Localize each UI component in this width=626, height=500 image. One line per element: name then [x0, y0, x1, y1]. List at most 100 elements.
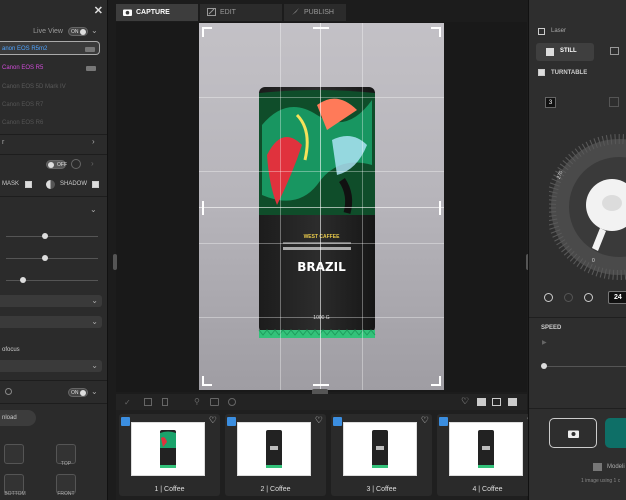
chevron-right-icon[interactable]: ›: [92, 137, 95, 146]
laser-checkbox[interactable]: [538, 28, 545, 35]
trash-icon[interactable]: [162, 398, 168, 406]
thumbnail-2[interactable]: ♡ 2 | Coffee: [225, 414, 326, 496]
camera-item-3[interactable]: Canon EOS 5D Mark IV: [0, 80, 100, 94]
select-checkbox[interactable]: [121, 417, 130, 426]
toggle-text: OFF: [57, 162, 67, 168]
view-left-icon[interactable]: [4, 444, 24, 464]
toggle-text: ON: [71, 390, 79, 396]
step-value[interactable]: 3: [545, 97, 556, 108]
crop-corner[interactable]: [431, 27, 441, 37]
thumbnail-caption: 3 | Coffee: [366, 486, 397, 493]
rotate-right-icon[interactable]: [584, 293, 593, 302]
crop-corner[interactable]: [431, 376, 441, 386]
crop-corner[interactable]: [202, 27, 212, 37]
play-icon[interactable]: ▶: [542, 339, 547, 346]
camera-label: Canon EOS R7: [2, 102, 44, 108]
heart-icon[interactable]: ♡: [315, 415, 323, 426]
download-label: nload: [2, 415, 17, 421]
edit-icon[interactable]: [144, 398, 152, 406]
capture-all-button[interactable]: [605, 418, 626, 448]
model-icon: [593, 463, 602, 471]
circle-icon[interactable]: [71, 159, 81, 169]
tab-edit[interactable]: EDIT: [200, 4, 282, 21]
shadow-checkbox[interactable]: [92, 181, 99, 188]
product-weight: 1000 G: [313, 315, 330, 321]
still-tab[interactable]: STILL: [536, 43, 594, 61]
slider-knob[interactable]: [541, 363, 547, 369]
heart-icon[interactable]: ♡: [461, 396, 469, 407]
rocket-icon: [292, 8, 299, 15]
check-icon[interactable]: ✓: [124, 398, 131, 407]
capture-canvas[interactable]: WEST CAFFEE BRAZIL 1000 G: [113, 22, 530, 394]
product-brand: WEST CAFFEE: [303, 234, 340, 240]
rotate-left-icon[interactable]: [544, 293, 553, 302]
thumbnail-image: [237, 422, 311, 476]
capture-button[interactable]: [549, 418, 597, 448]
chevron-right-icon[interactable]: ›: [91, 159, 94, 168]
pin-icon[interactable]: ⚲: [194, 397, 200, 406]
select-checkbox[interactable]: [333, 417, 342, 426]
view-bottom-label: BOTTOM: [4, 491, 26, 497]
off-toggle[interactable]: OFF: [46, 160, 67, 169]
speed-slider[interactable]: [541, 363, 626, 369]
toggle-knob: [48, 162, 54, 168]
crop-handle-top[interactable]: [313, 27, 329, 29]
thumbnail-3[interactable]: ♡ 3 | Coffee: [331, 414, 432, 496]
settings-icon[interactable]: [5, 388, 12, 395]
thumbnail-4[interactable]: ♡ 4 | Coffee: [437, 414, 538, 496]
video-tab-icon[interactable]: [610, 47, 619, 55]
slider-1[interactable]: [6, 233, 98, 239]
coffee-cup-3d-icon: [586, 179, 626, 251]
rotate-reset-icon[interactable]: [564, 293, 573, 302]
select-checkbox[interactable]: [227, 417, 236, 426]
slider-knob[interactable]: [42, 233, 48, 239]
gallery-icon[interactable]: [492, 398, 501, 406]
video-icon[interactable]: [508, 398, 517, 406]
filmstrip-toolbar: ✓ ⚲ ♡: [116, 394, 527, 410]
slider-3[interactable]: [6, 277, 98, 283]
live-view-toggle[interactable]: ON: [68, 27, 88, 36]
slider-knob[interactable]: [42, 255, 48, 261]
dropdown-2[interactable]: ⌄: [0, 316, 102, 328]
crop-handle-right[interactable]: [439, 201, 441, 215]
rotate-mode-icon[interactable]: [609, 97, 619, 107]
coffee-bag-thumb: [372, 430, 388, 468]
laser-label: Laser: [551, 28, 567, 34]
chevron-down-icon[interactable]: ⌄: [91, 387, 98, 396]
left-collapse-handle[interactable]: [113, 254, 117, 270]
select-checkbox[interactable]: [439, 417, 448, 426]
download-button[interactable]: nload: [0, 410, 36, 426]
camera-icon[interactable]: [210, 398, 219, 406]
slider-knob[interactable]: [20, 277, 26, 283]
tab-publish[interactable]: PUBLISH: [284, 4, 346, 21]
mask-checkbox[interactable]: [25, 181, 32, 188]
battery-icon: [86, 66, 96, 71]
clock-icon[interactable]: [228, 398, 236, 406]
camera-item-2[interactable]: Canon EOS R5: [0, 61, 100, 75]
shadow-label: SHADOW: [60, 181, 87, 187]
chevron-down-icon[interactable]: ⌄: [90, 205, 97, 214]
crop-corner[interactable]: [202, 376, 212, 386]
camera-label: Canon EOS R5: [2, 65, 44, 71]
section-label: r: [2, 139, 5, 146]
bottom-toggle[interactable]: ON: [68, 388, 88, 397]
crop-handle-bottom[interactable]: [313, 384, 329, 386]
close-icon[interactable]: ✕: [94, 4, 103, 17]
camera-item-1[interactable]: anon EOS R5m2: [0, 41, 100, 55]
autofocus-dropdown[interactable]: ⌄: [0, 360, 102, 372]
slider-2[interactable]: [6, 255, 98, 261]
heart-icon[interactable]: ♡: [209, 415, 217, 426]
turntable-checkbox[interactable]: [538, 69, 545, 76]
thumbnail-1[interactable]: ♡ 1 | Coffee: [119, 414, 220, 496]
tab-capture[interactable]: CAPTURE: [116, 4, 198, 21]
chevron-down-icon[interactable]: ⌄: [91, 26, 98, 35]
crop-handle-left[interactable]: [202, 201, 204, 215]
model-label: Modeli: [607, 464, 625, 470]
camera-item-4[interactable]: Canon EOS R7: [0, 98, 100, 112]
camera-item-5[interactable]: Canon EOS R6: [0, 116, 100, 130]
heart-icon[interactable]: ♡: [421, 415, 429, 426]
dropdown-1[interactable]: ⌄: [0, 295, 102, 307]
image-icon[interactable]: [477, 398, 486, 406]
divider: [0, 134, 107, 135]
angle-input[interactable]: 24: [608, 291, 626, 304]
